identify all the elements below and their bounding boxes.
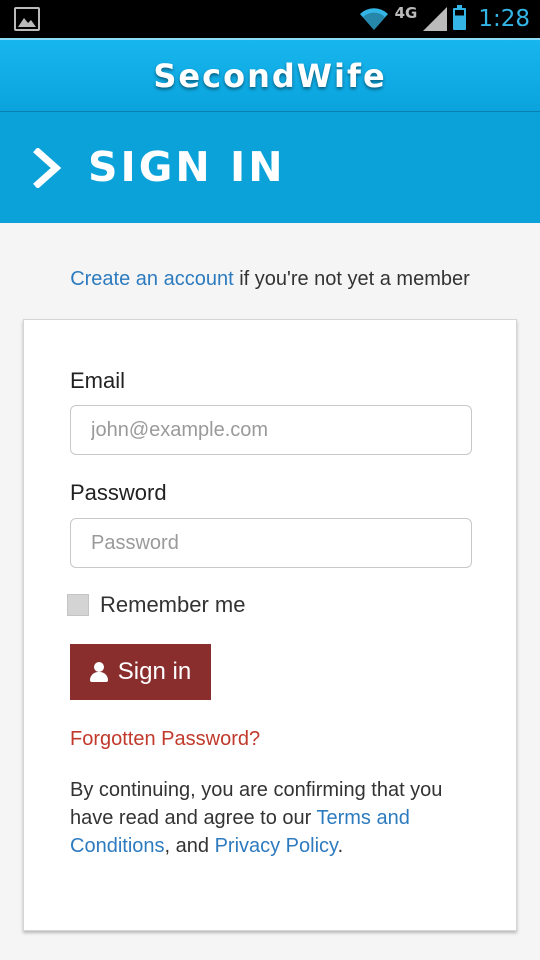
sign-in-card: Email Password Remember me Sign in Forgo… (23, 319, 517, 931)
remember-me-checkbox[interactable] (67, 594, 89, 616)
app-title: SecondWife (153, 57, 387, 95)
status-bar: 4G 1:28 (0, 0, 540, 38)
remember-me-label[interactable]: Remember me (100, 592, 245, 618)
privacy-policy-link[interactable]: Privacy Policy (215, 835, 338, 857)
password-field[interactable] (70, 518, 472, 568)
wifi-icon (359, 8, 388, 30)
battery-icon (453, 5, 467, 30)
sign-in-button[interactable]: Sign in (70, 644, 211, 700)
sign-in-button-label: Sign in (117, 658, 192, 685)
terms-middle: , and (164, 835, 215, 857)
terms-notice: By continuing, you are confirming that y… (70, 776, 480, 860)
clock: 1:28 (478, 6, 530, 32)
email-label: Email (70, 368, 126, 393)
email-field[interactable] (70, 405, 472, 455)
password-label: Password (70, 480, 167, 505)
terms-suffix: . (337, 835, 344, 857)
forgot-password-link[interactable]: Forgotten Password? (70, 728, 260, 751)
create-account-link[interactable]: Create an account (70, 268, 233, 290)
gallery-icon (14, 7, 40, 31)
user-icon (89, 662, 108, 682)
4g-lte-icon: 4G (394, 4, 418, 22)
signal-icon (423, 7, 448, 31)
chevron-right-icon (33, 148, 62, 188)
sign-in-banner: SIGN IN (0, 112, 540, 223)
create-account-suffix: if you're not yet a member (233, 268, 470, 290)
create-account-prompt: Create an account if you're not yet a me… (0, 268, 540, 291)
page-title: SIGN IN (88, 143, 286, 191)
app-header: SecondWife (0, 38, 540, 112)
